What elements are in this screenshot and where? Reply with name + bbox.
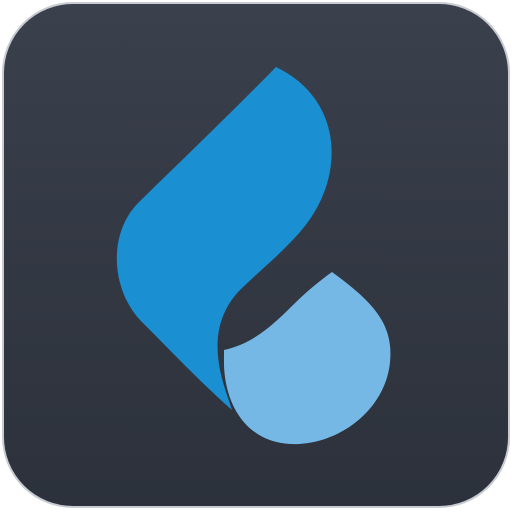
app-icon-graphic [2,2,510,508]
app-icon[interactable] [0,0,512,512]
